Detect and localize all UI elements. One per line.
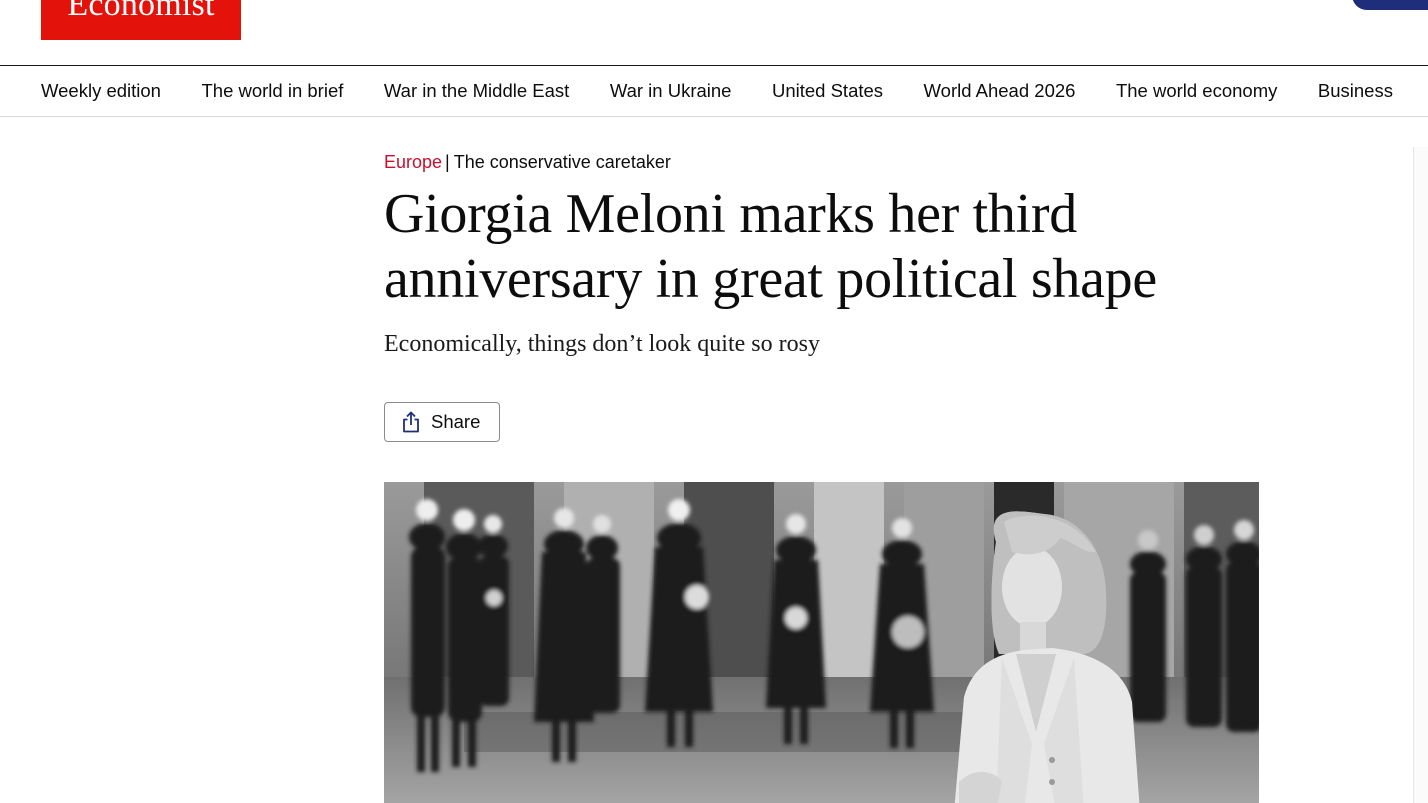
page: Economist Weekly edition The world in br…: [0, 0, 1428, 803]
nav-item-war-ukraine[interactable]: War in Ukraine: [610, 80, 732, 102]
flytitle: The conservative caretaker: [453, 152, 671, 172]
article-rubric: Europe | The conservative caretaker: [384, 151, 671, 173]
hero-image: [384, 482, 1259, 803]
share-label: Share: [431, 411, 481, 432]
main-nav: Weekly edition The world in brief War in…: [0, 65, 1428, 117]
rubric-separator: |: [445, 152, 450, 172]
section-link[interactable]: Europe: [384, 152, 442, 172]
side-rail: [1413, 147, 1428, 803]
article-standfirst: Economically, things don’t look quite so…: [384, 331, 820, 357]
subscribe-button[interactable]: [1352, 0, 1428, 10]
nav-item-war-middle-east[interactable]: War in the Middle East: [384, 80, 569, 102]
nav-item-weekly-edition[interactable]: Weekly edition: [41, 80, 161, 102]
article-headline: Giorgia Meloni marks her third anniversa…: [384, 183, 1157, 310]
share-icon: [401, 411, 421, 433]
logo-wordmark: Economist: [67, 0, 215, 23]
nav-item-united-states[interactable]: United States: [772, 80, 883, 102]
nav-item-world-ahead-2026[interactable]: World Ahead 2026: [924, 80, 1076, 102]
nav-item-world-in-brief[interactable]: The world in brief: [201, 80, 343, 102]
photo-icon: [384, 482, 1259, 803]
nav-item-world-economy[interactable]: The world economy: [1116, 80, 1277, 102]
nav-item-business[interactable]: Business: [1318, 80, 1393, 102]
share-button[interactable]: Share: [384, 402, 500, 442]
economist-logo[interactable]: Economist: [41, 0, 241, 40]
